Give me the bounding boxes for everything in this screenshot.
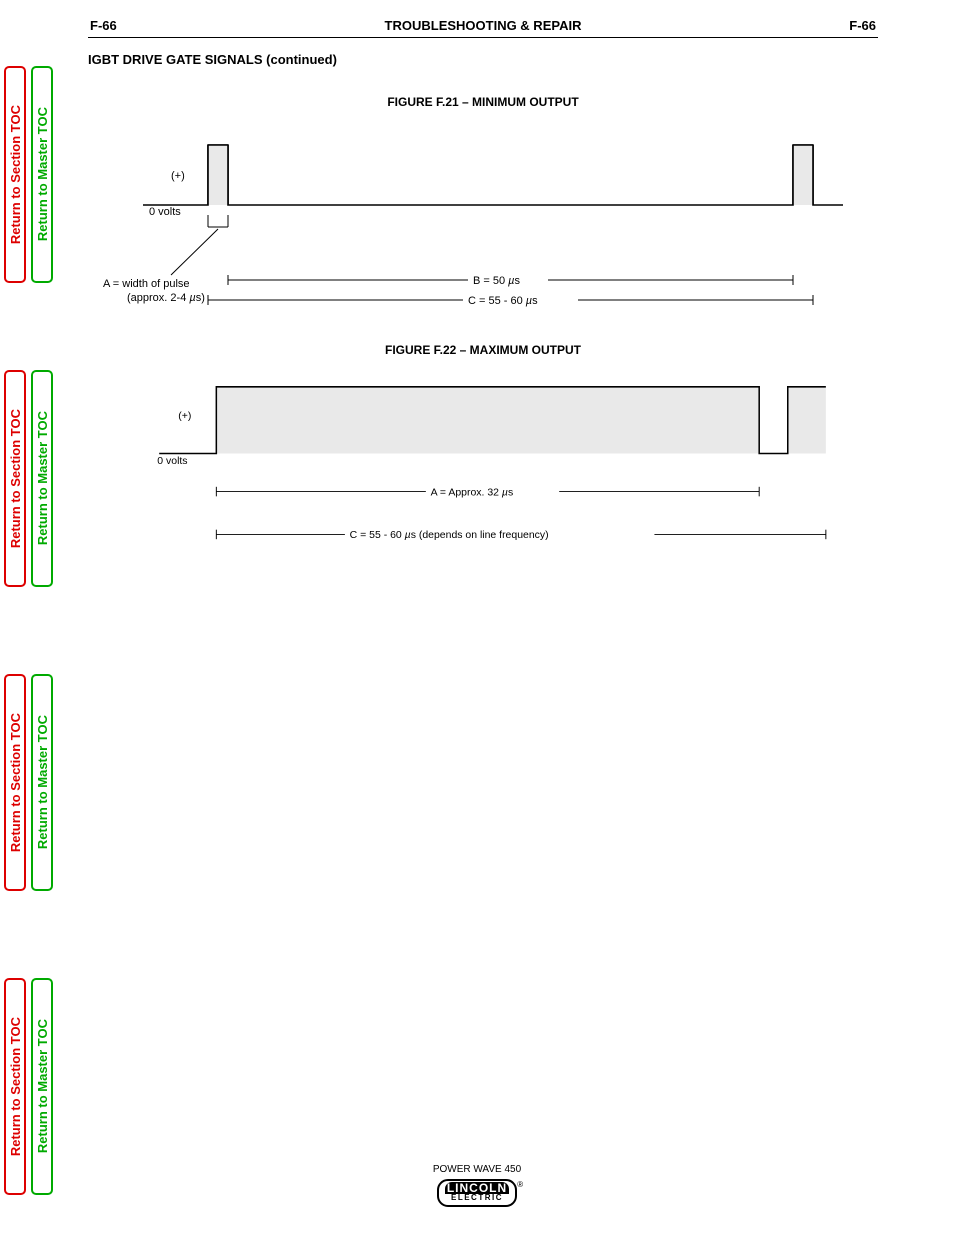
section-toc-tab[interactable]: Return to Section TOC xyxy=(4,370,26,587)
page-content: F-66 TROUBLESHOOTING & REPAIR F-66 IGBT … xyxy=(88,18,878,563)
header-rule xyxy=(88,37,878,38)
master-toc-tab[interactable]: Return to Master TOC xyxy=(31,978,53,1195)
master-toc-tab[interactable]: Return to Master TOC xyxy=(31,66,53,283)
page-header: F-66 TROUBLESHOOTING & REPAIR F-66 xyxy=(88,18,878,37)
lincoln-logo: LINCOLN ® ELECTRIC xyxy=(437,1179,517,1207)
logo-bot: ELECTRIC xyxy=(445,1194,509,1202)
page-header-title: TROUBLESHOOTING & REPAIR xyxy=(385,18,582,33)
figure-2-diagram: (+) 0 volts A = Approx. 32 µs C = 55 - 6… xyxy=(103,363,863,563)
a-desc-line2: (approx. 2-4 µs) xyxy=(127,292,205,304)
plus-label: (+) xyxy=(171,170,185,182)
registered-mark: ® xyxy=(517,1181,523,1189)
section-toc-label: Return to Section TOC xyxy=(8,713,23,852)
section-toc-tab[interactable]: Return to Section TOC xyxy=(4,978,26,1195)
master-toc-tab[interactable]: Return to Master TOC xyxy=(31,674,53,891)
section-title: IGBT DRIVE GATE SIGNALS (continued) xyxy=(88,52,878,67)
master-toc-label: Return to Master TOC xyxy=(35,411,50,545)
section-toc-tab[interactable]: Return to Section TOC xyxy=(4,66,26,283)
section-toc-tab[interactable]: Return to Section TOC xyxy=(4,674,26,891)
a-label: A = Approx. 32 µs xyxy=(431,487,514,498)
section-toc-label: Return to Section TOC xyxy=(8,1017,23,1156)
figure-caption-2: FIGURE F.22 – MAXIMUM OUTPUT xyxy=(88,343,878,357)
master-toc-label: Return to Master TOC xyxy=(35,1019,50,1153)
page-footer: POWER WAVE 450 LINCOLN ® ELECTRIC xyxy=(0,1164,954,1207)
master-toc-label: Return to Master TOC xyxy=(35,715,50,849)
plus-label: (+) xyxy=(178,411,191,422)
footer-model: POWER WAVE 450 xyxy=(0,1164,954,1175)
c-label: C = 55 - 60 µs (depends on line frequenc… xyxy=(350,530,549,541)
c-label: C = 55 - 60 µs xyxy=(468,295,538,307)
page-number-right: F-66 xyxy=(849,18,876,33)
zero-label: 0 volts xyxy=(149,206,181,218)
figure-1-diagram: (+) 0 volts A = width of pulse (approx. … xyxy=(103,115,863,315)
page-number-left: F-66 xyxy=(90,18,117,33)
zero-label: 0 volts xyxy=(157,456,187,467)
figure-caption-1: FIGURE F.21 – MINIMUM OUTPUT xyxy=(88,95,878,109)
section-toc-label: Return to Section TOC xyxy=(8,409,23,548)
section-toc-label: Return to Section TOC xyxy=(8,105,23,244)
a-desc-line1: A = width of pulse xyxy=(103,278,190,290)
master-toc-tab[interactable]: Return to Master TOC xyxy=(31,370,53,587)
master-toc-label: Return to Master TOC xyxy=(35,107,50,241)
b-label: B = 50 µs xyxy=(473,275,521,287)
